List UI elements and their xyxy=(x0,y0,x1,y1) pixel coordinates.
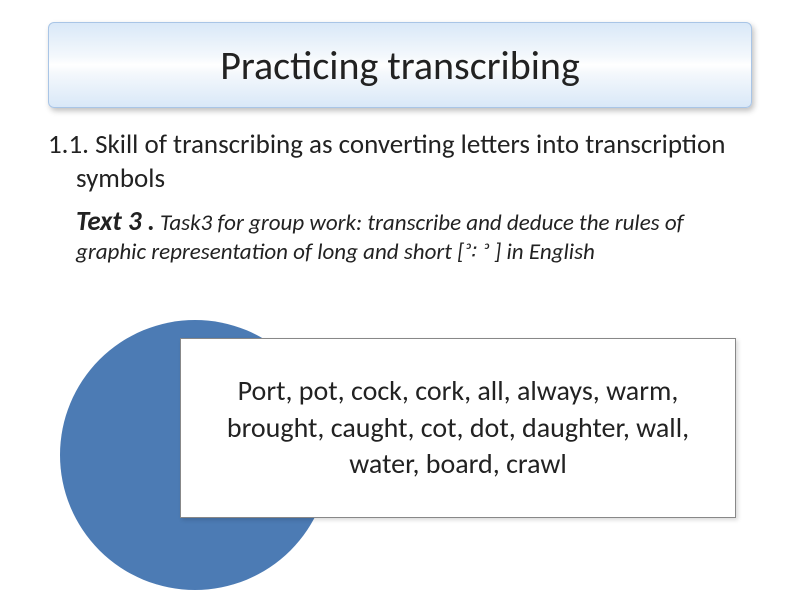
slide-title: Practicing transcribing xyxy=(220,41,580,90)
body-area: 1.1. Skill of transcribing as converting… xyxy=(48,128,752,267)
task-description: Task3 for group work: transcribe and ded… xyxy=(76,209,684,266)
skill-text: 1.1. Skill of transcribing as converting… xyxy=(48,128,752,196)
word-box: Port, pot, cock, cork, all, always, warm… xyxy=(180,338,736,518)
text-label: Text 3 . xyxy=(76,205,155,238)
word-list: Port, pot, cock, cork, all, always, warm… xyxy=(211,373,705,482)
title-box: Practicing transcribing xyxy=(48,22,752,108)
task-text: Text 3 . Task3 for group work: transcrib… xyxy=(48,206,752,267)
